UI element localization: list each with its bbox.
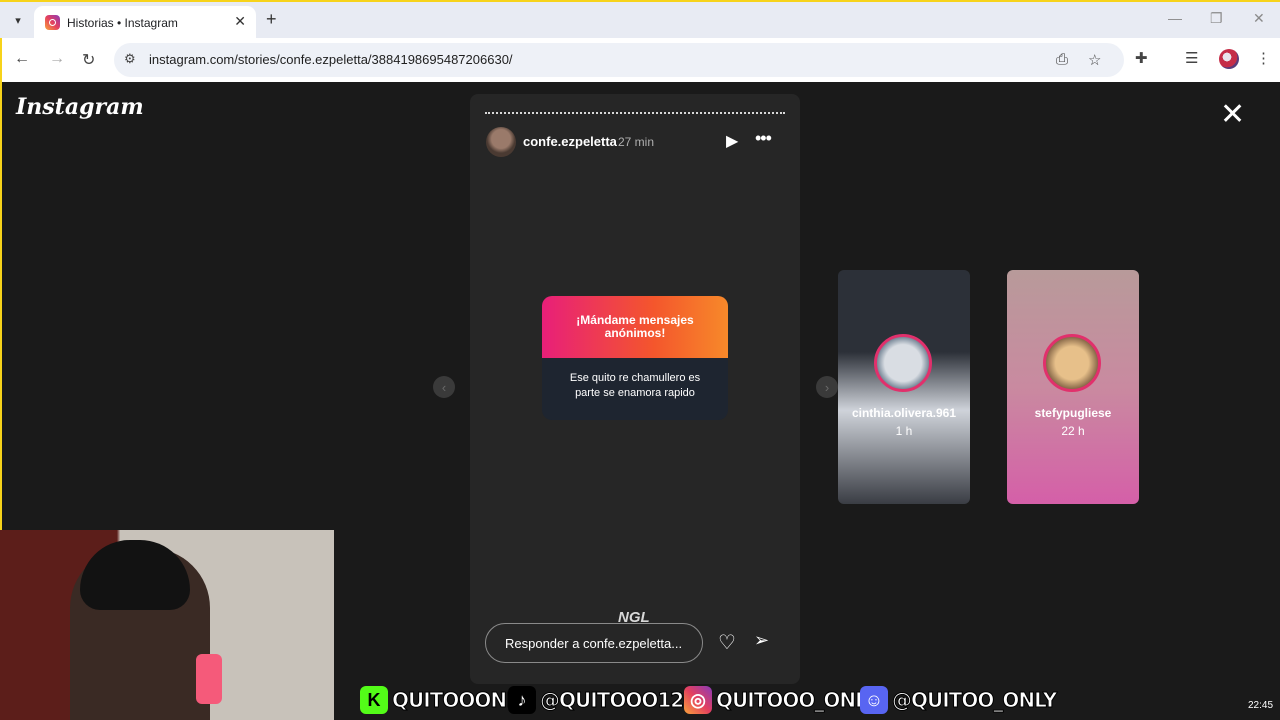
address-bar[interactable]: ⚙ instagram.com/stories/confe.ezpeletta/… xyxy=(114,43,1124,77)
story-progress-bar xyxy=(485,112,785,116)
story-preview-stefy[interactable]: stefypugliese 22 h xyxy=(1007,270,1139,504)
forward-icon[interactable]: → xyxy=(49,50,65,68)
install-app-icon[interactable]: ⎙ xyxy=(1056,51,1068,68)
site-info-icon[interactable]: ⚙ xyxy=(124,51,136,67)
ngl-message-card: ¡Mándame mensajes anónimos! Ese quito re… xyxy=(542,296,728,420)
tiktok-icon: ♪ xyxy=(508,686,536,714)
previous-story-arrow[interactable]: ‹ xyxy=(433,376,455,398)
story-username[interactable]: confe.ezpeletta xyxy=(523,134,617,149)
close-stories-icon[interactable]: ✕ xyxy=(1220,100,1245,130)
story-preview-avatar xyxy=(1043,334,1101,392)
instagram-handle: ◎ QUITOOO_ONLY xyxy=(684,686,879,714)
story-preview-username: stefypugliese xyxy=(1034,406,1112,420)
kick-handle: K QUITOOONLY xyxy=(360,686,530,714)
url-text[interactable]: instagram.com/stories/confe.ezpeletta/38… xyxy=(149,52,513,67)
instagram-logo[interactable]: Instagram xyxy=(16,94,144,120)
discord-handle-text: @QUITOO_ONLY xyxy=(891,688,1057,713)
minimize-icon[interactable]: — xyxy=(1168,10,1182,26)
new-tab-button[interactable]: + xyxy=(266,9,277,30)
menu-dots-icon[interactable]: ⋮ xyxy=(1256,49,1271,67)
discord-handle: ☺ @QUITOO_ONLY xyxy=(860,686,1058,714)
instagram-favicon-icon xyxy=(45,15,60,30)
instagram-icon: ◎ xyxy=(684,686,712,714)
back-icon[interactable]: ← xyxy=(14,50,30,68)
tab-search-button[interactable]: ▾ xyxy=(8,10,28,30)
story-preview-time: 22 h xyxy=(1061,424,1085,438)
tab-title: Historias • Instagram xyxy=(67,16,178,30)
next-story-arrow[interactable]: › xyxy=(816,376,838,398)
send-icon[interactable]: ➢ xyxy=(754,630,769,651)
tab-close-icon[interactable]: ✕ xyxy=(234,13,246,30)
media-controls-icon[interactable]: ☰ xyxy=(1185,49,1198,67)
discord-icon: ☺ xyxy=(860,686,888,714)
tab-historias[interactable]: Historias • Instagram ✕ xyxy=(34,6,256,40)
instagram-handle-text: QUITOOO_ONLY xyxy=(715,688,878,713)
reply-input[interactable]: Responder a confe.ezpeletta... xyxy=(485,623,703,663)
lamp-light xyxy=(196,654,222,704)
navigation-bar: ← → ↻ ⚙ instagram.com/stories/confe.ezpe… xyxy=(0,38,1280,82)
play-icon[interactable]: ▶ xyxy=(726,131,738,151)
profile-avatar[interactable] xyxy=(1219,49,1239,69)
webcam-feed xyxy=(0,530,334,720)
streamer-hair xyxy=(80,540,190,610)
chevron-down-icon: ▾ xyxy=(15,14,21,27)
tiktok-handle: ♪ @QUITOOO120 xyxy=(508,686,698,714)
like-heart-icon[interactable]: ♡ xyxy=(718,630,736,655)
card-message: Ese quito re chamullero es parte se enam… xyxy=(569,372,701,399)
story-preview-time: 1 h xyxy=(895,424,913,438)
reply-placeholder: Responder a confe.ezpeletta... xyxy=(505,636,683,651)
bookmark-star-icon[interactable]: ☆ xyxy=(1088,51,1101,69)
story-time: 27 min xyxy=(618,135,655,149)
kick-icon: K xyxy=(360,686,388,714)
more-options-icon[interactable]: ••• xyxy=(755,128,772,149)
restore-icon[interactable]: ❐ xyxy=(1210,10,1223,27)
extensions-icon[interactable]: ✚ xyxy=(1135,49,1148,67)
story-preview-cinthia[interactable]: cinthia.olivera.961 1 h xyxy=(838,270,970,504)
tab-strip: ▾ Historias • Instagram ✕ + — ❐ ✕ xyxy=(0,0,1280,40)
window-close-icon[interactable]: ✕ xyxy=(1253,10,1265,27)
story-viewer[interactable]: confe.ezpeletta 27 min ▶ ••• ¡Mándame me… xyxy=(470,94,800,684)
card-title: ¡Mándame mensajes anónimos! xyxy=(542,296,728,358)
story-preview-username: cinthia.olivera.961 xyxy=(851,406,957,420)
chevron-left-icon: ‹ xyxy=(441,379,447,395)
tiktok-handle-text: @QUITOOO120 xyxy=(539,688,697,713)
social-handles-banner: K QUITOOONLY ♪ @QUITOOO120 ◎ QUITOOO_ONL… xyxy=(360,680,1058,720)
reload-icon[interactable]: ↻ xyxy=(82,50,95,70)
chevron-right-icon: › xyxy=(824,379,830,395)
story-user-avatar[interactable] xyxy=(486,127,516,157)
taskbar-clock: 22:45 xyxy=(1248,700,1274,711)
story-preview-avatar xyxy=(874,334,932,392)
